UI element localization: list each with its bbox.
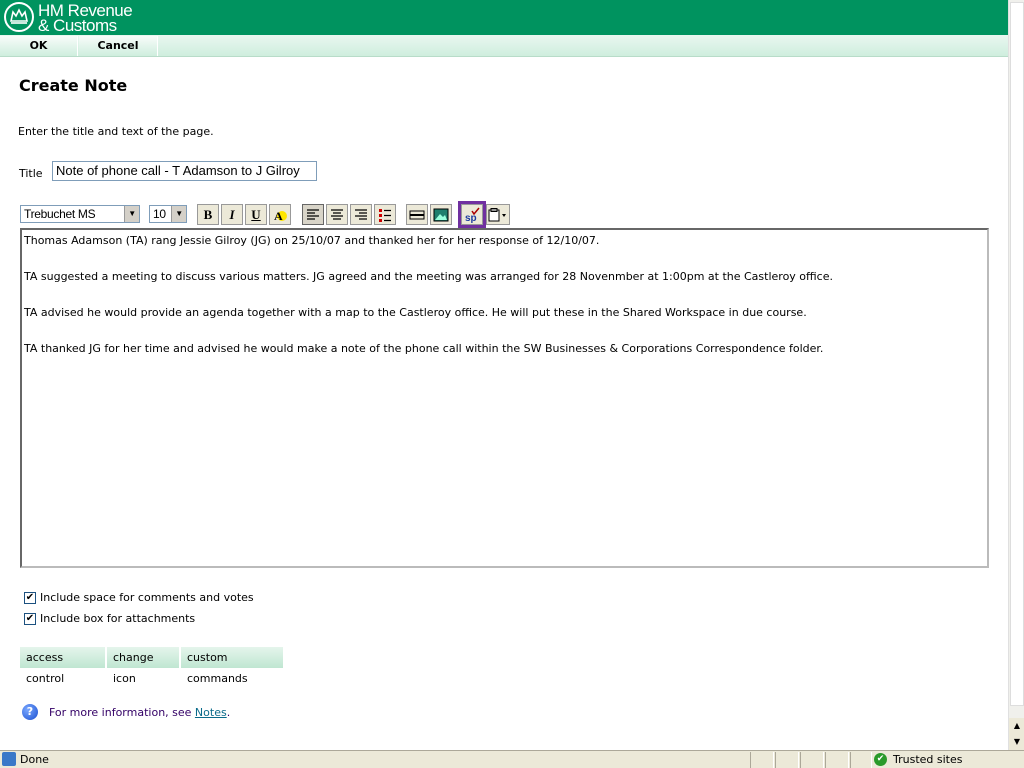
- title-label: Title: [19, 167, 43, 180]
- align-center-icon: [331, 208, 343, 220]
- paste-icon: [488, 207, 506, 221]
- align-right-icon: [355, 208, 367, 220]
- spell-check-button[interactable]: sp: [458, 201, 486, 228]
- page-title: Create Note: [19, 76, 128, 95]
- underline-button[interactable]: U: [245, 204, 267, 225]
- crown-crest-icon: [4, 2, 34, 32]
- status-text: Done: [20, 753, 49, 766]
- status-segment: [750, 752, 774, 768]
- font-size-value: 10: [153, 207, 166, 221]
- hmrc-logo: HM Revenue & Customs: [2, 1, 133, 35]
- status-segment: [775, 752, 799, 768]
- editor-paragraph: TA thanked JG for her time and advised h…: [24, 342, 824, 355]
- change-icon-button[interactable]: change icon: [107, 647, 180, 685]
- align-center-button[interactable]: [326, 204, 348, 225]
- attachments-checkbox-label: Include box for attachments: [40, 612, 196, 625]
- editor-paragraph: TA advised he would provide an agenda to…: [24, 306, 807, 319]
- more-info-text: For more information, see: [49, 705, 192, 719]
- chevron-down-icon[interactable]: ▼: [171, 206, 186, 222]
- access-control-button[interactable]: access control: [20, 647, 106, 685]
- scroll-down-arrow-icon[interactable]: ▼: [1009, 734, 1024, 750]
- trusted-check-icon: ✔: [874, 753, 887, 766]
- align-left-icon: [307, 208, 319, 220]
- command-bar: OK Cancel: [0, 35, 1008, 57]
- horizontal-rule-icon: [409, 210, 425, 219]
- attachments-checkbox[interactable]: ✔: [24, 612, 36, 625]
- svg-text:A: A: [274, 209, 283, 223]
- more-info: ? For more information, see Notes.: [22, 704, 230, 720]
- horizontal-rule-button[interactable]: [406, 204, 428, 225]
- editor-paragraph: TA suggested a meeting to discuss variou…: [24, 270, 833, 283]
- page-done-icon: [2, 752, 16, 766]
- paste-button[interactable]: [486, 204, 510, 225]
- security-zone: ✔ Trusted sites: [874, 753, 963, 766]
- bold-button[interactable]: B: [197, 204, 219, 225]
- help-icon: ?: [22, 704, 38, 720]
- font-family-select[interactable]: Trebuchet MS ▼: [20, 205, 140, 223]
- italic-button[interactable]: I: [221, 204, 243, 225]
- insert-image-button[interactable]: [430, 204, 452, 225]
- security-zone-label: Trusted sites: [893, 753, 963, 766]
- custom-commands-button[interactable]: custom commands: [181, 647, 284, 685]
- bulleted-list-icon: [379, 208, 391, 222]
- comments-checkbox-label: Include space for comments and votes: [40, 591, 254, 604]
- cancel-button[interactable]: Cancel: [79, 36, 158, 56]
- scrollbar-thumb[interactable]: [1010, 2, 1024, 706]
- status-segment: [800, 752, 824, 768]
- title-input[interactable]: Note of phone call - T Adamson to J Gilr…: [52, 161, 317, 181]
- chevron-down-icon[interactable]: ▼: [124, 206, 139, 222]
- app-header: HM Revenue & Customs: [0, 0, 1008, 35]
- notes-link[interactable]: Notes: [195, 706, 227, 719]
- vertical-scrollbar[interactable]: ▲ ▼: [1008, 0, 1024, 750]
- svg-text:sp: sp: [465, 213, 477, 223]
- comments-option: ✔ Include space for comments and votes: [24, 591, 254, 604]
- align-right-button[interactable]: [350, 204, 372, 225]
- scroll-up-arrow-icon[interactable]: ▲: [1009, 718, 1024, 734]
- insert-image-icon: [433, 208, 449, 221]
- status-bar: Done ✔ Trusted sites: [0, 750, 1024, 768]
- attachments-option: ✔ Include box for attachments: [24, 612, 195, 625]
- align-left-button[interactable]: [302, 204, 324, 225]
- comments-checkbox[interactable]: ✔: [24, 591, 36, 604]
- intro-text: Enter the title and text of the page.: [18, 125, 214, 138]
- more-info-suffix: .: [226, 705, 231, 719]
- status-segment: [825, 752, 849, 768]
- spell-check-icon: sp: [465, 207, 480, 223]
- ok-button[interactable]: OK: [0, 36, 78, 56]
- logo-line-2: & Customs: [38, 16, 117, 35]
- bulleted-list-button[interactable]: [374, 204, 396, 225]
- font-family-value: Trebuchet MS: [24, 207, 96, 221]
- font-color-icon: A: [274, 209, 287, 223]
- font-size-select[interactable]: 10 ▼: [149, 205, 187, 223]
- editor-paragraph: Thomas Adamson (TA) rang Jessie Gilroy (…: [24, 234, 600, 247]
- status-segment: [850, 752, 872, 768]
- note-text-editor[interactable]: Thomas Adamson (TA) rang Jessie Gilroy (…: [20, 228, 989, 568]
- font-color-button[interactable]: A: [269, 204, 291, 225]
